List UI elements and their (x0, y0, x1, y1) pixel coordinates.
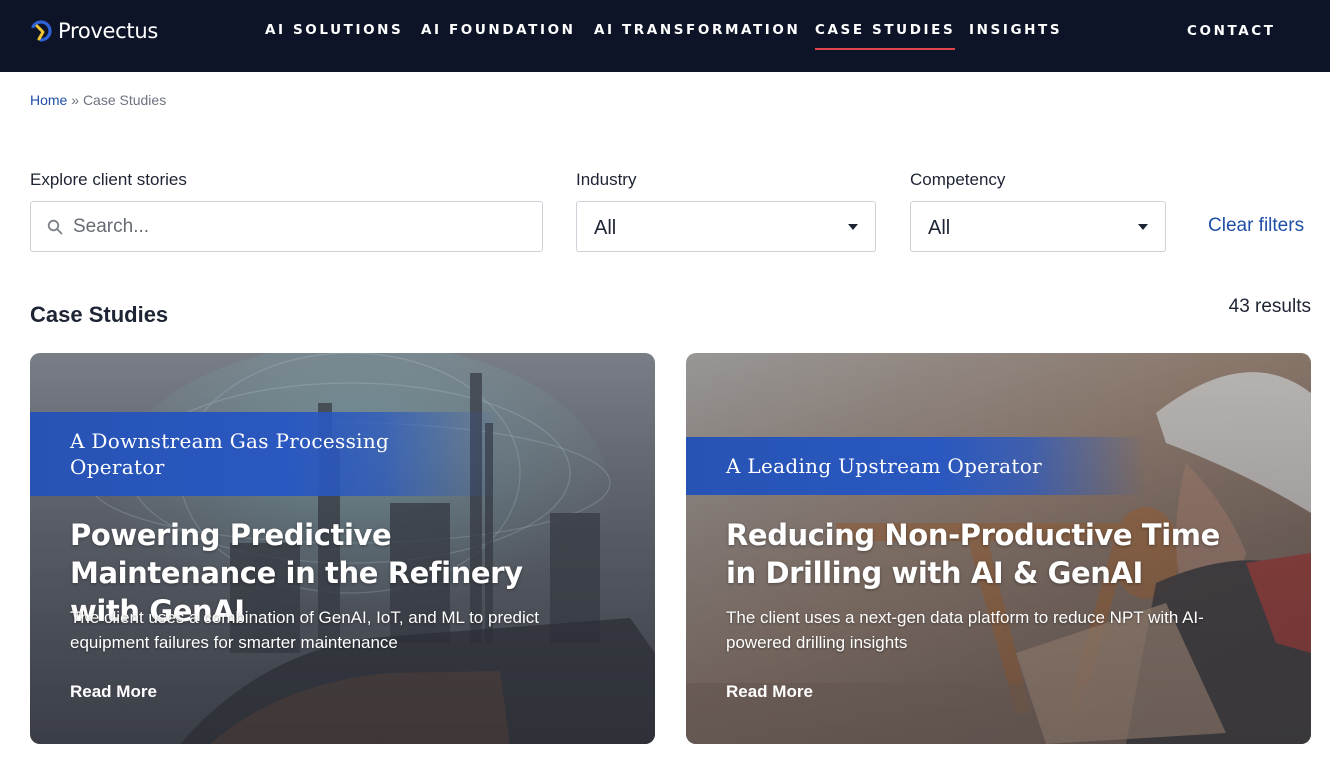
provectus-logo-icon (30, 20, 52, 42)
nav-ai-solutions[interactable]: AI SOLUTIONS (265, 22, 403, 38)
industry-selected-value: All (594, 217, 617, 239)
search-input[interactable] (73, 202, 523, 251)
competency-label: Competency (910, 170, 1006, 189)
search-label: Explore client stories (30, 170, 187, 189)
nav-insights[interactable]: INSIGHTS (969, 22, 1062, 38)
read-more-link[interactable]: Read More (726, 682, 813, 702)
breadcrumb-current: Case Studies (82, 92, 167, 108)
section-title: Case Studies (30, 302, 169, 327)
nav-ai-foundation[interactable]: AI FOUNDATION (421, 22, 576, 38)
case-study-card-drilling[interactable]: A Leading Upstream Operator Reducing Non… (686, 353, 1311, 744)
industry-select[interactable]: All (576, 201, 876, 252)
chevron-down-icon (1138, 224, 1148, 230)
nav-ai-transformation[interactable]: AI TRANSFORMATION (594, 22, 800, 38)
industry-label: Industry (576, 170, 637, 189)
card-client-tag-line-2: Operator (70, 455, 165, 479)
nav-contact[interactable]: CONTACT (1187, 23, 1276, 39)
breadcrumb-home[interactable]: Home (30, 92, 67, 108)
case-study-card-refinery[interactable]: A Downstream Gas Processing Operator Pow… (30, 353, 655, 744)
card-client-tag: A Leading Upstream Operator (686, 437, 1146, 495)
chevron-down-icon (848, 224, 858, 230)
brand-name: Provectus (58, 19, 158, 43)
search-field[interactable] (30, 201, 543, 252)
breadcrumb-separator: » (71, 92, 80, 108)
card-client-tag-text: A Leading Upstream Operator (726, 454, 1042, 478)
results-count: 43 results (1228, 296, 1311, 317)
breadcrumb: Home » Case Studies (30, 92, 166, 108)
nav-case-studies[interactable]: CASE STUDIES (815, 22, 956, 50)
competency-selected-value: All (928, 217, 951, 239)
top-navigation: Provectus AI SOLUTIONS AI FOUNDATION AI … (0, 0, 1330, 72)
clear-filters-link[interactable]: Clear filters (1208, 215, 1304, 237)
competency-select[interactable]: All (910, 201, 1166, 252)
card-title[interactable]: Reducing Non-Productive Time in Drilling… (726, 516, 1256, 592)
read-more-link[interactable]: Read More (70, 682, 157, 702)
card-client-tag-line-1: A Downstream Gas Processing (70, 429, 390, 453)
card-description: The client uses a next-gen data platform… (726, 608, 1204, 652)
search-icon (47, 219, 63, 235)
provectus-logo[interactable]: Provectus (30, 16, 158, 46)
card-description: The client uses a combination of GenAI, … (70, 608, 540, 652)
card-client-tag: A Downstream Gas Processing Operator (30, 412, 500, 496)
